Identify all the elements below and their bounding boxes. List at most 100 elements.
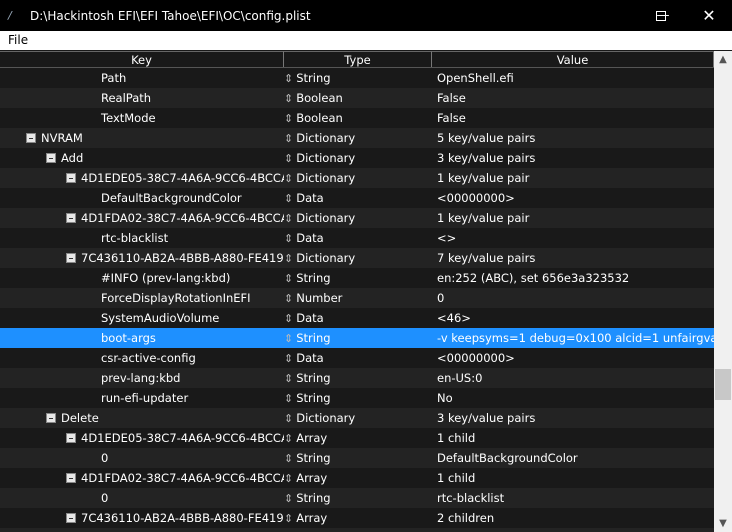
tree-row[interactable]: ForceDisplayRotationInEFI ⇕ Number 0: [0, 288, 714, 308]
value-cell[interactable]: No: [432, 388, 714, 408]
type-updown-icon[interactable]: ⇕: [284, 212, 293, 225]
type-cell[interactable]: ⇕ String: [284, 448, 432, 468]
tree-row[interactable]: 4D1FDA02-38C7-4A6A-9CC6-4BCCA8B30102⇕Dic…: [0, 208, 714, 228]
type-cell[interactable]: ⇕ Dictionary: [284, 128, 432, 148]
type-updown-icon[interactable]: ⇕: [284, 72, 293, 85]
tree-row[interactable]: rtc-blacklist ⇕ Data <>: [0, 228, 714, 248]
type-cell[interactable]: ⇕ Dictionary: [284, 248, 432, 268]
collapse-icon[interactable]: [46, 153, 56, 163]
value-cell[interactable]: DefaultBackgroundColor: [432, 448, 714, 468]
value-cell[interactable]: False: [432, 108, 714, 128]
collapse-icon[interactable]: [66, 253, 76, 263]
tree-row[interactable]: 7C436110-AB2A-4BBB-A880-FE41995C9F82⇕Arr…: [0, 508, 714, 528]
value-cell[interactable]: <46>: [432, 308, 714, 328]
tree-row[interactable]: SystemAudioVolume ⇕ Data <46>: [0, 308, 714, 328]
type-updown-icon[interactable]: ⇕: [284, 412, 293, 425]
type-updown-icon[interactable]: ⇕: [284, 92, 293, 105]
value-cell[interactable]: 1 child: [432, 428, 714, 448]
value-cell[interactable]: 2 children: [432, 508, 714, 528]
value-cell[interactable]: 0: [432, 288, 714, 308]
type-updown-icon[interactable]: ⇕: [284, 192, 293, 205]
value-cell[interactable]: 1 key/value pair: [432, 208, 714, 228]
type-cell[interactable]: ⇕ Boolean: [284, 108, 432, 128]
value-cell[interactable]: OpenShell.efi: [432, 68, 714, 88]
type-updown-icon[interactable]: ⇕: [284, 292, 293, 305]
value-cell[interactable]: rtc-blacklist: [432, 488, 714, 508]
value-cell[interactable]: -v keepsyms=1 debug=0x100 alcid=1 unfair…: [432, 328, 714, 348]
maximize-button[interactable]: [638, 0, 684, 31]
type-updown-icon[interactable]: ⇕: [284, 312, 293, 325]
type-cell[interactable]: ⇕ String: [284, 328, 432, 348]
type-updown-icon[interactable]: ⇕: [284, 472, 293, 485]
type-updown-icon[interactable]: ⇕: [284, 452, 293, 465]
type-updown-icon[interactable]: ⇕: [284, 232, 293, 245]
type-cell[interactable]: ⇕ Dictionary: [284, 168, 432, 188]
type-updown-icon[interactable]: ⇕: [284, 252, 293, 265]
tree-row[interactable]: run-efi-updater ⇕ String No: [0, 388, 714, 408]
value-cell[interactable]: 3 key/value pairs: [432, 408, 714, 428]
type-cell[interactable]: ⇕ String: [284, 368, 432, 388]
type-cell[interactable]: ⇕ String: [284, 488, 432, 508]
vertical-scrollbar[interactable]: ▲ ▼: [714, 51, 732, 532]
tree-row[interactable]: 4D1EDE05-38C7-4A6A-9CC6-4BCCA8B38C14⇕Dic…: [0, 168, 714, 188]
collapse-icon[interactable]: [66, 433, 76, 443]
type-cell[interactable]: ⇕ Array: [284, 468, 432, 488]
tree-row[interactable]: #INFO (prev-lang:kbd) ⇕ String en:252 (ABC)…: [0, 268, 714, 288]
value-cell[interactable]: <00000000>: [432, 348, 714, 368]
value-cell[interactable]: en:252 (ABC), set 656e3a323532: [432, 268, 714, 288]
value-cell[interactable]: [432, 528, 714, 532]
collapse-icon[interactable]: [66, 213, 76, 223]
type-updown-icon[interactable]: ⇕: [284, 372, 293, 385]
value-cell[interactable]: 1 child: [432, 468, 714, 488]
tree-row[interactable]: 0 ⇕ String rtc-blacklist: [0, 488, 714, 508]
type-updown-icon[interactable]: ⇕: [284, 332, 293, 345]
type-updown-icon[interactable]: ⇕: [284, 272, 293, 285]
type-updown-icon[interactable]: ⇕: [284, 392, 293, 405]
tree-row[interactable]: DefaultBackgroundColor ⇕ Data <00000000>: [0, 188, 714, 208]
tree-row[interactable]: Path ⇕ String OpenShell.efi: [0, 68, 714, 88]
type-cell[interactable]: ⇕ Dictionary: [284, 208, 432, 228]
tree-row[interactable]: 4D1FDA02-38C7-4A6A-9CC6-4BCCA8B30102⇕Arr…: [0, 468, 714, 488]
scroll-down-icon[interactable]: ▼: [714, 515, 732, 532]
tree-row[interactable]: NVRAM ⇕ Dictionary 5 key/value pairs: [0, 128, 714, 148]
collapse-icon[interactable]: [26, 133, 36, 143]
type-cell[interactable]: ⇕ Array: [284, 508, 432, 528]
type-updown-icon[interactable]: ⇕: [284, 132, 293, 145]
type-updown-icon[interactable]: ⇕: [284, 432, 293, 445]
type-updown-icon[interactable]: ⇕: [284, 152, 293, 165]
tree-row[interactable]: [0, 528, 714, 532]
type-updown-icon[interactable]: ⇕: [284, 492, 293, 505]
type-cell[interactable]: ⇕ Dictionary: [284, 408, 432, 428]
type-cell[interactable]: ⇕ String: [284, 388, 432, 408]
menu-file[interactable]: File: [8, 33, 28, 47]
type-cell[interactable]: ⇕ Number: [284, 288, 432, 308]
tree-row[interactable]: 0 ⇕ String DefaultBackgroundColor: [0, 448, 714, 468]
column-value[interactable]: Value: [432, 51, 714, 67]
value-cell[interactable]: 7 key/value pairs: [432, 248, 714, 268]
type-updown-icon[interactable]: ⇕: [284, 172, 293, 185]
tree-row[interactable]: 7C436110-AB2A-4BBB-A880-FE41995C9F82⇕Dic…: [0, 248, 714, 268]
value-cell[interactable]: <00000000>: [432, 188, 714, 208]
scrollbar-thumb[interactable]: [715, 369, 731, 400]
type-cell[interactable]: ⇕ String: [284, 68, 432, 88]
scroll-up-icon[interactable]: ▲: [714, 51, 732, 68]
type-cell[interactable]: ⇕ Data: [284, 228, 432, 248]
type-updown-icon[interactable]: ⇕: [284, 112, 293, 125]
value-cell[interactable]: 1 key/value pair: [432, 168, 714, 188]
type-cell[interactable]: ⇕ Data: [284, 308, 432, 328]
tree-row[interactable]: TextMode ⇕ Boolean False: [0, 108, 714, 128]
tree-row[interactable]: boot-args ⇕ String -v keepsyms=1 debug=0x10…: [0, 328, 714, 348]
collapse-icon[interactable]: [66, 473, 76, 483]
tree-row[interactable]: RealPath ⇕ Boolean False: [0, 88, 714, 108]
type-updown-icon[interactable]: ⇕: [284, 512, 293, 525]
tree-row[interactable]: 4D1EDE05-38C7-4A6A-9CC6-4BCCA8B38C14⇕Arr…: [0, 428, 714, 448]
value-cell[interactable]: 3 key/value pairs: [432, 148, 714, 168]
collapse-icon[interactable]: [66, 513, 76, 523]
value-cell[interactable]: <>: [432, 228, 714, 248]
tree-row[interactable]: Add ⇕ Dictionary 3 key/value pairs: [0, 148, 714, 168]
tree-row[interactable]: Delete ⇕ Dictionary 3 key/value pairs: [0, 408, 714, 428]
type-updown-icon[interactable]: ⇕: [284, 352, 293, 365]
value-cell[interactable]: False: [432, 88, 714, 108]
value-cell[interactable]: 5 key/value pairs: [432, 128, 714, 148]
column-key[interactable]: Key: [0, 51, 284, 67]
